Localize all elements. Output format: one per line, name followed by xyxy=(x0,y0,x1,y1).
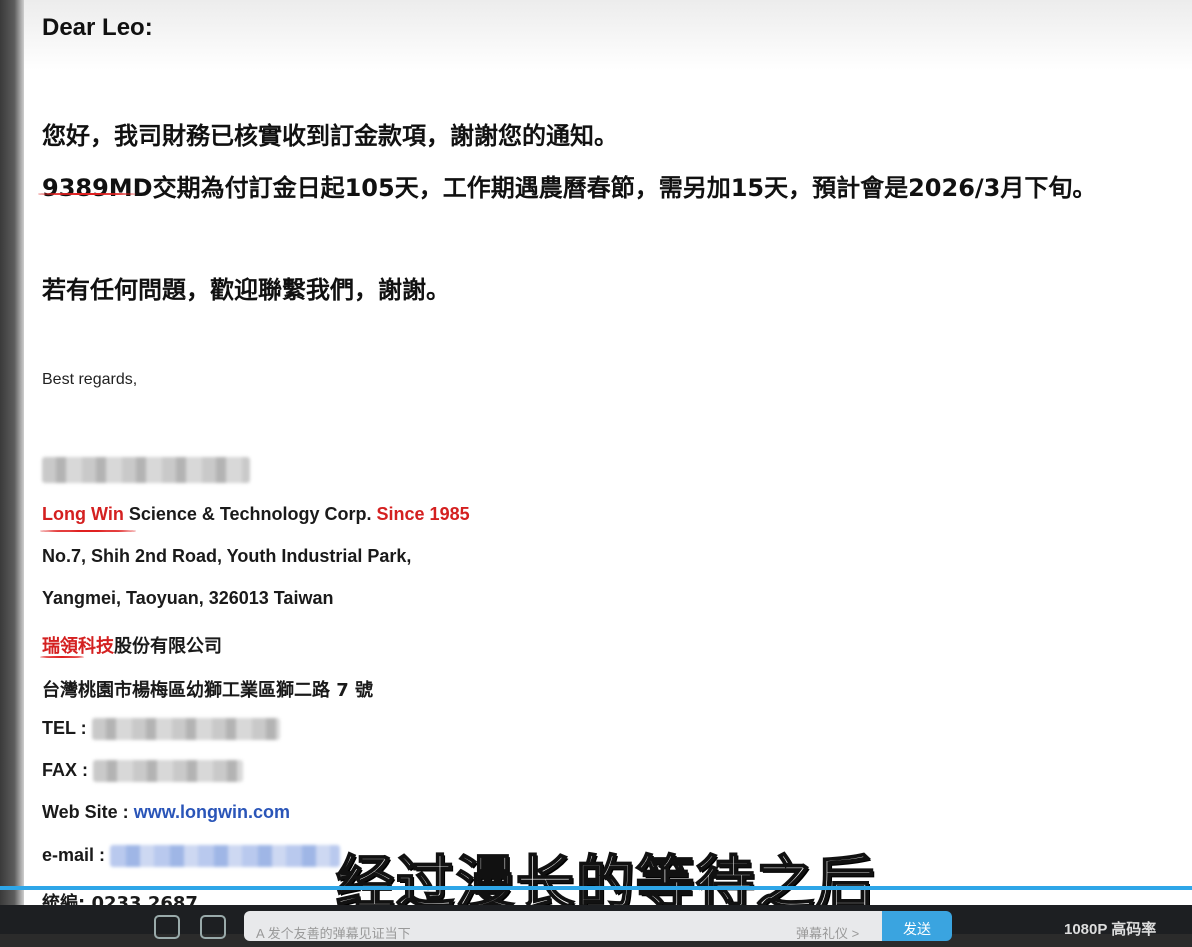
tel-label: TEL : xyxy=(42,718,92,738)
email-line-2: 9389MD交期為付訂金日起105天，工作期遇農曆春節，需另加15天，預計會是2… xyxy=(42,168,1096,203)
company-cn-brand: 瑞領科技 xyxy=(42,636,114,657)
fax-label: FAX : xyxy=(42,760,94,780)
address-line-1: No.7, Shih 2nd Road, Youth Industrial Pa… xyxy=(42,546,412,566)
email-label: e-mail : xyxy=(42,845,111,865)
company-since: Since 1985 xyxy=(376,504,470,524)
website-row: Web Site : www.longwin.com xyxy=(42,802,290,823)
website-label: Web Site : xyxy=(42,802,134,822)
email-line-3: 若有任何問題，歡迎聯繫我們，謝謝。 xyxy=(42,276,450,304)
address-cn: 台灣桃園市楊梅區幼獅工業區獅二路 7 號 xyxy=(42,680,374,701)
website-link[interactable]: www.longwin.com xyxy=(134,802,290,822)
model-number: 9389MD xyxy=(42,174,153,202)
underline-cn-brand xyxy=(40,656,84,658)
quality-selector[interactable]: 1080P 高码率 xyxy=(1064,918,1156,939)
company-name: Science & Technology Corp. xyxy=(123,504,377,524)
email-regards: Best regards, xyxy=(42,371,138,388)
danmu-settings-icon[interactable] xyxy=(200,915,226,939)
company-cn: 瑞領科技股份有限公司 xyxy=(42,632,222,658)
email-row: e-mail : xyxy=(42,845,341,868)
company-line: Long Win Science & Technology Corp. Sinc… xyxy=(42,504,470,525)
sender-name-redacted xyxy=(42,457,250,483)
danmu-toggle-icon[interactable] xyxy=(154,915,180,939)
danmu-placeholder: A 发个友善的弹幕见证当下 xyxy=(256,926,411,941)
fax-redacted xyxy=(93,760,244,783)
company-brand: Long Win xyxy=(42,504,124,524)
send-button[interactable]: 发送 xyxy=(882,911,952,941)
email-body: Dear Leo: 您好，我司財務已核實收到訂金款項，謝謝您的通知。 9389M… xyxy=(24,0,1192,914)
address-line-2: Yangmei, Taoyuan, 326013 Taiwan xyxy=(42,588,334,608)
danmu-etiquette-link[interactable]: 弹幕礼仪 > xyxy=(796,923,859,942)
email-line-1: 您好，我司財務已核實收到訂金款項，謝謝您的通知。 xyxy=(42,122,618,150)
left-edge xyxy=(0,0,24,934)
email-greeting: Dear Leo: xyxy=(42,14,153,41)
danmu-input[interactable]: A 发个友善的弹幕见证当下 弹幕礼仪 > xyxy=(244,911,884,941)
company-cn-rest: 股份有限公司 xyxy=(114,636,222,657)
delivery-text: 交期為付訂金日起105天，工作期遇農曆春節，需另加15天，預計會是2026/3月… xyxy=(152,174,1097,202)
underline-brand xyxy=(40,530,136,532)
fax-row: FAX : xyxy=(42,760,244,783)
tel-redacted xyxy=(91,718,280,741)
tel-row: TEL : xyxy=(42,718,280,741)
email-redacted xyxy=(110,845,341,868)
video-progress-bar[interactable] xyxy=(0,886,1192,890)
underline-model xyxy=(38,193,136,195)
